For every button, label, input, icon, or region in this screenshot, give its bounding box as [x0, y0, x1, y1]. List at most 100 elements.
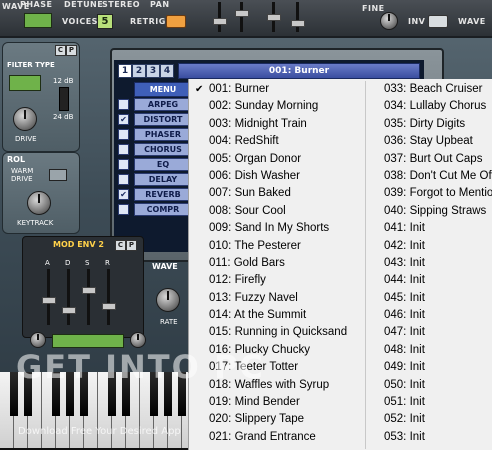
- fx-checkbox[interactable]: [118, 129, 129, 140]
- preset-menu-item[interactable]: ✔ 001: Burner: [189, 81, 365, 98]
- slope-switch[interactable]: [59, 87, 69, 111]
- preset-menu-label: 044: Init: [384, 274, 425, 287]
- preset-menu-item[interactable]: 046: Init: [366, 307, 492, 324]
- sustain-fader[interactable]: [82, 287, 96, 294]
- release-fader[interactable]: [102, 303, 116, 310]
- preset-menu-item[interactable]: 014: At the Summit: [189, 307, 365, 324]
- paste-button[interactable]: P: [126, 240, 137, 251]
- decay-fader[interactable]: [62, 307, 76, 314]
- rate-knob[interactable]: [156, 288, 180, 312]
- preset-name-bar[interactable]: 001: Burner: [178, 63, 420, 79]
- env-knob-left[interactable]: [30, 332, 46, 348]
- mod-env-2-panel: MOD ENV 2 C P A D S R: [22, 236, 144, 338]
- preset-menu-item[interactable]: 004: RedShift: [189, 133, 365, 150]
- fx-row-phaser[interactable]: PHASER: [118, 128, 192, 141]
- preset-menu-item[interactable]: 002: Sunday Morning: [189, 98, 365, 115]
- preset-menu-item[interactable]: 006: Dish Washer: [189, 168, 365, 185]
- preset-menu-item[interactable]: 053: Init: [366, 429, 492, 446]
- fx-checkbox[interactable]: [118, 204, 129, 215]
- fx-row-compr[interactable]: COMPR: [118, 203, 192, 216]
- copy-button[interactable]: C: [115, 240, 126, 251]
- attack-fader[interactable]: [42, 297, 56, 304]
- fine-knob[interactable]: [380, 12, 398, 30]
- fx-row-chorus[interactable]: CHORUS: [118, 143, 192, 156]
- preset-menu-label: 003: Midnight Train: [209, 117, 307, 130]
- preset-menu-item[interactable]: 045: Init: [366, 290, 492, 307]
- preset-menu-item[interactable]: 043: Init: [366, 255, 492, 272]
- keytrack-knob[interactable]: [27, 191, 51, 215]
- preset-menu-item[interactable]: 015: Running in Quicksand: [189, 324, 365, 341]
- voices-value[interactable]: 5: [97, 14, 113, 29]
- preset-menu-item[interactable]: 041: Init: [366, 220, 492, 237]
- preset-menu-item[interactable]: 010: The Pesterer: [189, 238, 365, 255]
- preset-menu-item[interactable]: 019: Mind Bender: [189, 394, 365, 411]
- preset-menu-item[interactable]: 042: Init: [366, 238, 492, 255]
- preset-menu-item[interactable]: 035: Dirty Digits: [366, 116, 492, 133]
- fx-row-eq[interactable]: EQ: [118, 158, 192, 171]
- fx-checkbox[interactable]: [118, 99, 129, 110]
- preset-menu-item[interactable]: 013: Fuzzy Navel: [189, 290, 365, 307]
- preset-menu-item[interactable]: 039: Forgot to Mention: [366, 185, 492, 202]
- fx-checkbox[interactable]: [118, 144, 129, 155]
- preset-menu-item[interactable]: 036: Stay Upbeat: [366, 133, 492, 150]
- wave-display[interactable]: [24, 13, 52, 28]
- preset-menu-item[interactable]: 033: Beach Cruiser: [366, 81, 492, 98]
- preset-menu-item[interactable]: 051: Init: [366, 394, 492, 411]
- fx-row-reverb[interactable]: ✔ REVERB: [118, 188, 192, 201]
- preset-menu-item[interactable]: 003: Midnight Train: [189, 116, 365, 133]
- fx-row-arpeg[interactable]: ARPEG: [118, 98, 192, 111]
- env-knob-right[interactable]: [130, 332, 146, 348]
- fx-label: DELAY: [134, 173, 192, 186]
- preset-menu-label: 020: Slippery Tape: [209, 413, 305, 426]
- preset-menu-item[interactable]: 012: Firefly: [189, 272, 365, 289]
- preset-menu-item[interactable]: 037: Burt Out Caps: [366, 151, 492, 168]
- 12db-label: 12 dB: [53, 77, 74, 85]
- fx-label: COMPR: [134, 203, 192, 216]
- fx-checkbox[interactable]: ✔: [118, 114, 129, 125]
- preset-menu-item[interactable]: 050: Init: [366, 377, 492, 394]
- fader-handle[interactable]: [213, 18, 227, 25]
- preset-column-1: ✔ 001: Burner 002: Sunday Morning 003: Midn…: [189, 81, 365, 446]
- retrig-button[interactable]: [166, 15, 186, 28]
- attack-label: A: [45, 259, 50, 267]
- preset-menu-label: 005: Organ Donor: [209, 152, 302, 165]
- preset-menu-item[interactable]: 038: Don't Cut Me Off: [366, 168, 492, 185]
- warm-toggle[interactable]: [49, 169, 67, 181]
- page-tab-1[interactable]: 1: [118, 64, 132, 78]
- preset-menu-item[interactable]: 044: Init: [366, 272, 492, 289]
- preset-menu-item[interactable]: 021: Grand Entrance: [189, 429, 365, 446]
- page-tab-3[interactable]: 3: [146, 64, 160, 78]
- preset-menu-item[interactable]: 007: Sun Baked: [189, 185, 365, 202]
- preset-menu-item[interactable]: 047: Init: [366, 324, 492, 341]
- preset-menu-item[interactable]: 034: Lullaby Chorus: [366, 98, 492, 115]
- page-tab-4[interactable]: 4: [160, 64, 174, 78]
- preset-menu-label: 038: Don't Cut Me Off: [384, 169, 492, 182]
- preset-menu-item[interactable]: 005: Organ Donor: [189, 151, 365, 168]
- filter-type-display[interactable]: [9, 75, 41, 91]
- preset-menu-item[interactable]: 020: Slippery Tape: [189, 411, 365, 428]
- preset-menu-label: 041: Init: [384, 222, 425, 235]
- preset-menu-item[interactable]: 009: Sand In My Shorts: [189, 220, 365, 237]
- fx-checkbox[interactable]: [118, 174, 129, 185]
- preset-menu-item[interactable]: 049: Init: [366, 359, 492, 376]
- fader-handle[interactable]: [267, 14, 281, 21]
- inv-button[interactable]: [428, 15, 448, 28]
- fx-checkbox[interactable]: [118, 159, 129, 170]
- fx-row-delay[interactable]: DELAY: [118, 173, 192, 186]
- watermark-title: GET INTO PC: [16, 348, 265, 386]
- fader-handle[interactable]: [235, 10, 249, 17]
- preset-menu-label: 004: RedShift: [209, 135, 279, 148]
- paste-button[interactable]: P: [66, 45, 77, 56]
- preset-menu-item[interactable]: 048: Init: [366, 342, 492, 359]
- copy-button[interactable]: C: [55, 45, 66, 56]
- preset-menu-item[interactable]: 011: Gold Bars: [189, 255, 365, 272]
- preset-menu-label: 012: Firefly: [209, 274, 266, 287]
- fx-row-distort[interactable]: ✔ DISTORT: [118, 113, 192, 126]
- drive-knob[interactable]: [13, 107, 37, 131]
- preset-menu-item[interactable]: 008: Sour Cool: [189, 203, 365, 220]
- preset-menu-item[interactable]: 040: Sipping Straws: [366, 203, 492, 220]
- preset-menu-item[interactable]: 052: Init: [366, 411, 492, 428]
- fader-handle[interactable]: [291, 20, 305, 27]
- page-tab-2[interactable]: 2: [132, 64, 146, 78]
- fx-checkbox[interactable]: ✔: [118, 189, 129, 200]
